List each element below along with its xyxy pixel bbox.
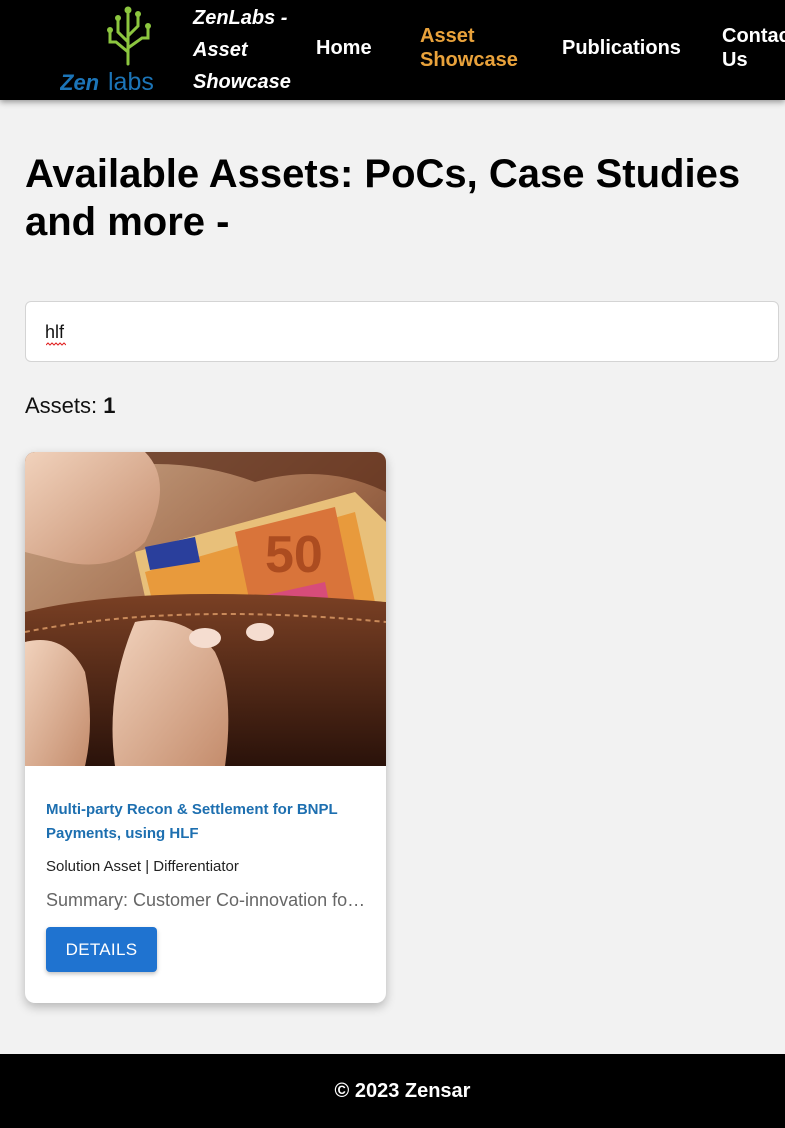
nav-publications[interactable]: Publications <box>562 36 681 60</box>
svg-text:Zen: Zen <box>60 70 99 94</box>
footer-copyright: © 2023 Zensar <box>334 1080 471 1102</box>
asset-card-image[interactable]: 50 10 <box>25 452 386 766</box>
asset-card-tags: Solution Asset | Differentiator <box>46 858 239 875</box>
nav-asset-showcase[interactable]: Asset Showcase <box>420 24 530 72</box>
asset-card-title[interactable]: Multi-party Recon & Settlement for BNPL … <box>46 798 366 846</box>
details-button[interactable]: DETAILS <box>46 927 157 972</box>
spellcheck-squiggle <box>46 342 66 346</box>
assets-count: Assets: 1 <box>25 393 116 419</box>
assets-count-value: 1 <box>103 393 116 418</box>
search-input[interactable] <box>45 320 745 344</box>
svg-text:50: 50 <box>265 526 323 584</box>
footer: © 2023 Zensar <box>0 1054 785 1128</box>
svg-text:labs: labs <box>108 68 154 94</box>
top-navbar: Zen labs ZenLabs - Asset Showcase Home A… <box>0 0 785 100</box>
nav-home[interactable]: Home <box>316 36 372 60</box>
assets-count-label: Assets: <box>25 393 98 418</box>
zenlabs-logo[interactable]: Zen labs <box>60 2 166 94</box>
nav-contact-us[interactable]: Contact Us <box>722 24 785 72</box>
asset-card: 50 10 Multi-party Recon & Settlement for… <box>25 452 386 1003</box>
site-title: ZenLabs - Asset Showcase <box>193 7 291 93</box>
search-box <box>25 301 779 362</box>
page-title: Available Assets: PoCs, Case Studies and… <box>25 152 741 244</box>
asset-card-summary: Summary: Customer Co-innovation for BNPL… <box>46 890 368 910</box>
